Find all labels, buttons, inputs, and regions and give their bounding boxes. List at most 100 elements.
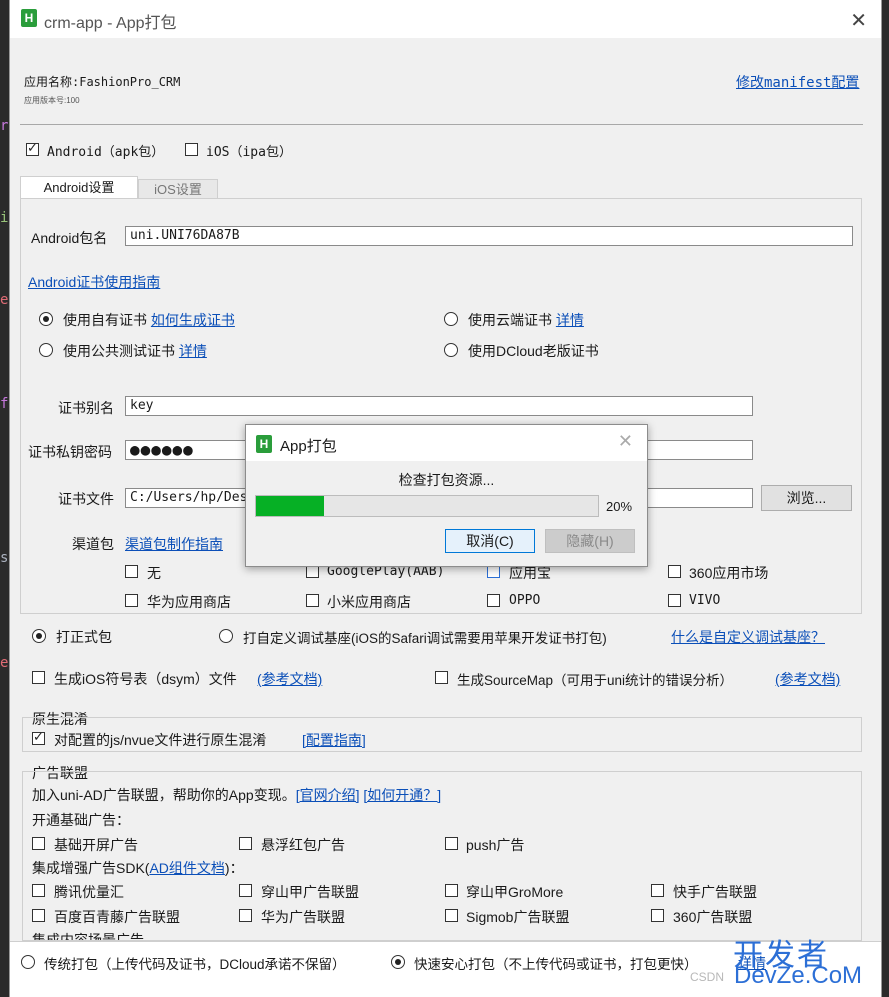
traditional-pack-radio[interactable] [21,955,35,969]
dialog-message: 检查打包资源... [398,472,495,488]
dsym-label: 生成iOS符号表（dsym）文件 [54,671,237,687]
channel-label-huawei: 华为应用商店 [147,594,231,610]
floating-redpacket-ad-label: 悬浮红包广告 [261,837,345,853]
push-ad-checkbox[interactable] [445,837,458,850]
cert-alias-label: 证书别名 [58,400,114,416]
formal-build-radio[interactable] [32,629,46,643]
pack-progress-dialog: H App打包 ✕ 检查打包资源... 20% 取消(C) 隐藏(H) [245,424,648,567]
android-label: Android（apk包） [47,145,165,160]
app-version-value: 100 [66,96,80,105]
public-cert-details-link[interactable]: 详情 [179,343,207,359]
close-icon[interactable]: ✕ [850,8,867,33]
obfuscation-guide-link[interactable]: [配置指南] [302,730,366,750]
app-name-value: FashionPro_CRM [79,75,181,89]
cloud-cert-label: 使用云端证书 [468,312,552,328]
cloud-cert-option: 使用云端证书 详情 [468,310,584,330]
cert-guide-link[interactable]: Android证书使用指南 [28,272,160,292]
splash-ad-label: 基础开屏广告 [54,837,138,853]
cloud-cert-details-link[interactable]: 详情 [556,312,584,328]
own-cert-label: 使用自有证书 [63,312,147,328]
sdk-checkbox-gromore[interactable] [445,884,458,897]
sourcemap-checkbox[interactable] [435,671,448,684]
channel-checkbox-none[interactable] [125,565,138,578]
package-name-label: Android包名 [31,230,108,246]
channel-label: 渠道包 [72,536,114,552]
ad-component-docs-link[interactable]: AD组件文档 [149,860,224,876]
traditional-pack-label: 传统打包（上传代码及证书，DCloud承诺不保留） [44,957,346,972]
channel-checkbox-huawei[interactable] [125,594,138,607]
channel-checkbox-xiaomi[interactable] [306,594,319,607]
custom-base-radio[interactable] [219,629,233,643]
public-cert-radio[interactable] [39,343,53,357]
sdk-ads-title: 集成增强广告SDK(AD组件文档)： [32,858,244,878]
devze-watermark-line2: DevZe.CoM [734,962,863,989]
manifest-link[interactable]: 修改manifest配置 [736,72,859,92]
obfuscation-checkbox[interactable] [32,729,45,745]
sdk-checkbox-sigmob[interactable] [445,909,458,922]
window-title: crm-app - App打包 [44,15,177,32]
browse-button-label: 浏览... [786,490,827,506]
browse-button[interactable]: 浏览... [761,485,852,511]
hide-button[interactable]: 隐藏(H) [545,529,635,553]
ads-intro: 加入uni-AD广告联盟，帮助你的App变现。[官网介绍] [如何开通？] [32,785,441,805]
sdk-checkbox-360[interactable] [651,909,664,922]
cert-alias-input[interactable]: key [125,396,753,416]
floating-redpacket-ad-checkbox[interactable] [239,837,252,850]
sdk-checkbox-huawei[interactable] [239,909,252,922]
background-editor-strip: r i e f s e [0,0,9,997]
dcloud-old-cert-label: 使用DCloud老版证书 [468,343,599,359]
channel-checkbox-360[interactable] [668,565,681,578]
sdk-label-360: 360广告联盟 [673,909,753,925]
dialog-titlebar: H App打包 ✕ [246,425,647,461]
fast-pack-radio[interactable] [391,955,405,969]
channel-label-oppo: OPPO [509,593,541,608]
dialog-title: App打包 [280,438,337,455]
own-cert-radio[interactable] [39,312,53,326]
cloud-cert-radio[interactable] [444,312,458,326]
channel-label-none: 无 [147,565,161,581]
dsym-docs-link[interactable]: (参考文档) [257,669,322,689]
sdk-checkbox-kuaishou[interactable] [651,884,664,897]
package-name-input[interactable]: uni.UNI76DA87B [125,226,853,246]
channel-checkbox-oppo[interactable] [487,594,500,607]
splash-ad-checkbox[interactable] [32,837,45,850]
content-scene-ads-title-cut: 集成内容场景广告 [32,932,144,940]
channel-guide-link[interactable]: 渠道包制作指南 [125,534,223,554]
dialog-app-icon: H [256,435,272,453]
dsym-checkbox[interactable] [32,671,45,684]
channel-label-360: 360应用市场 [689,565,769,581]
tab-ios[interactable]: iOS设置 [138,179,218,199]
fast-pack-label: 快速安心打包（不上传代码或证书，打包更快） [414,957,698,972]
tab-android[interactable]: Android设置 [20,176,138,199]
dcloud-old-cert-radio[interactable] [444,343,458,357]
how-to-generate-cert-link[interactable]: 如何生成证书 [151,312,235,328]
sourcemap-docs-link[interactable]: (参考文档) [775,669,840,689]
tab-ios-label: iOS设置 [154,182,202,197]
cancel-button[interactable]: 取消(C) [445,529,535,553]
channel-label-xiaomi: 小米应用商店 [327,594,411,610]
custom-base-help-link[interactable]: 什么是自定义调试基座？ [671,627,825,647]
dialog-close-icon[interactable]: ✕ [618,431,633,452]
ios-label: iOS（ipa包） [206,145,292,160]
content-scene-ads-text: 集成内容场景广告 [32,932,144,940]
sdk-label-kuaishou: 快手广告联盟 [673,884,757,900]
channel-checkbox-vivo[interactable] [668,594,681,607]
ads-official-link[interactable]: [官网介绍] [296,787,360,803]
android-checkbox[interactable] [26,140,39,156]
sdk-checkbox-baidu[interactable] [32,909,45,922]
sdk-ads-title-prefix: 集成增强广告SDK( [32,860,150,876]
pack-progress-fill [256,496,325,516]
ads-how-to-open-link[interactable]: [如何开通？] [363,787,441,803]
own-cert-option: 使用自有证书 如何生成证书 [63,310,235,330]
basic-ads-title: 开通基础广告： [32,812,130,828]
formal-build-label: 打正式包 [56,629,112,645]
hide-button-label: 隐藏(H) [566,533,614,549]
app-name-label: 应用名称: [24,75,80,89]
cert-file-label: 证书文件 [58,491,114,507]
sdk-checkbox-tencent[interactable] [32,884,45,897]
cert-password-label: 证书私钥密码 [28,444,112,460]
sdk-checkbox-pangle[interactable] [239,884,252,897]
ios-checkbox[interactable] [185,143,198,156]
public-cert-option: 使用公共测试证书 详情 [63,341,207,361]
push-ad-label: push广告 [466,837,525,853]
